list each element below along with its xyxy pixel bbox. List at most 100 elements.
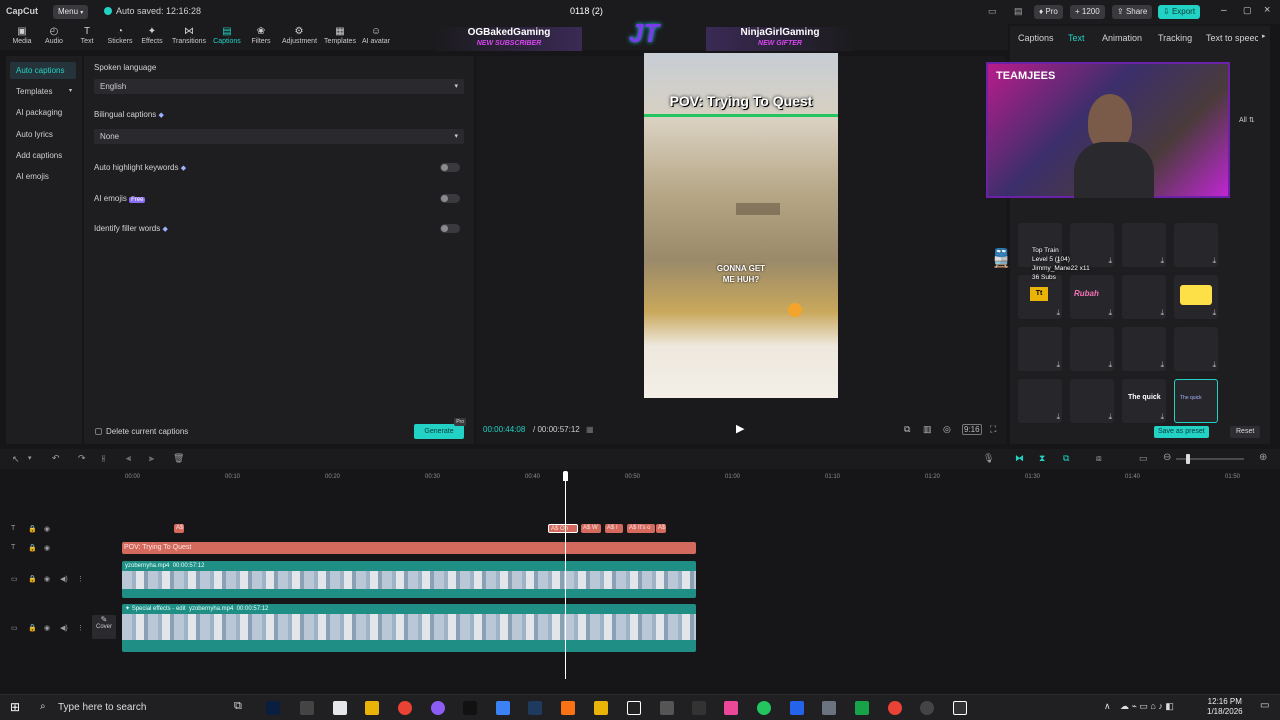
- fullscreen-icon[interactable]: ⛶: [990, 424, 996, 435]
- preset-tile[interactable]: ⤓: [1122, 275, 1166, 319]
- tool-transitions[interactable]: ⋈ Transitions: [172, 26, 206, 45]
- redo-icon[interactable]: ↷: [78, 453, 86, 464]
- project-name[interactable]: 0118 (2): [570, 6, 603, 16]
- auto-snap-icon[interactable]: ⧗: [1039, 453, 1045, 464]
- tray-expand-icon[interactable]: ∧: [1104, 701, 1111, 712]
- tool-audio[interactable]: ◴ Audio: [37, 26, 71, 45]
- title-text-clip[interactable]: POV: Trying To Quest: [122, 542, 696, 554]
- snapshot-icon[interactable]: ◎: [943, 424, 951, 435]
- tab-tracking[interactable]: Tracking: [1158, 33, 1192, 43]
- windows-start-icon[interactable]: ⊞: [10, 700, 20, 714]
- photoshop-icon[interactable]: [266, 701, 280, 715]
- caption-settings-icon[interactable]: ▭: [1139, 453, 1148, 464]
- menu-button[interactable]: Menu ▾: [53, 5, 89, 19]
- preset-tile[interactable]: ⤓: [1122, 223, 1166, 267]
- file-explorer-icon[interactable]: [365, 701, 379, 715]
- app-icon[interactable]: [660, 701, 674, 715]
- tiktok-icon[interactable]: [724, 701, 738, 715]
- spoken-language-select[interactable]: English ▾: [94, 79, 464, 94]
- nav-auto-lyrics[interactable]: Auto lyrics: [10, 126, 76, 143]
- preset-tile[interactable]: ⤓: [1070, 379, 1114, 423]
- tool-media[interactable]: ▣ Media: [5, 26, 39, 45]
- nav-ai-emojis[interactable]: AI emojis: [10, 168, 76, 185]
- linkage-icon[interactable]: ⧉: [1063, 453, 1069, 464]
- lock-icon[interactable]: 🔒: [28, 525, 37, 533]
- close-icon[interactable]: ×: [1264, 4, 1270, 16]
- tab-captions[interactable]: Captions: [1018, 33, 1054, 43]
- zoom-out-icon[interactable]: ⊖: [1163, 452, 1171, 463]
- filter-all-button[interactable]: All ⇅: [1239, 116, 1255, 124]
- delete-icon[interactable]: 🗑: [173, 453, 184, 464]
- app-icon[interactable]: [790, 701, 804, 715]
- zoom-slider-handle[interactable]: [1186, 454, 1190, 464]
- caption-clip[interactable]: A$ W: [581, 524, 601, 533]
- pro-button[interactable]: ♦ Pro: [1034, 5, 1063, 19]
- undo-icon[interactable]: ↶: [52, 453, 60, 464]
- app-icon[interactable]: [300, 701, 314, 715]
- playhead-line[interactable]: [565, 479, 566, 679]
- eye-icon[interactable]: ◉: [44, 525, 50, 533]
- app-icon[interactable]: [692, 701, 706, 715]
- more-icon[interactable]: ⋮: [77, 575, 84, 583]
- delete-checkbox[interactable]: [95, 428, 102, 435]
- highlight-toggle[interactable]: [440, 163, 460, 172]
- eye-icon[interactable]: ◉: [44, 544, 50, 552]
- app-icon[interactable]: [822, 701, 836, 715]
- split-icon[interactable]: ⫲: [102, 453, 105, 464]
- quality-icon[interactable]: ▥: [923, 424, 932, 435]
- export-button[interactable]: ⇩ Export: [1158, 5, 1201, 19]
- credits-badge[interactable]: + 1200: [1070, 5, 1105, 19]
- tabs-next-icon[interactable]: ▸: [1262, 32, 1266, 40]
- minimize-icon[interactable]: –: [1221, 5, 1227, 16]
- eye-icon[interactable]: ◉: [44, 624, 50, 632]
- app-icon[interactable]: [594, 701, 608, 715]
- caption-clip[interactable]: A$: [656, 524, 666, 533]
- tool-adjustment[interactable]: ⚙ Adjustment: [282, 26, 317, 45]
- tool-stickers[interactable]: ◔ Stickers: [103, 26, 137, 45]
- preview-axis-icon[interactable]: ⧈: [1096, 453, 1102, 464]
- capcut-icon[interactable]: [953, 701, 967, 715]
- share-button[interactable]: ⇪ Share: [1112, 5, 1153, 19]
- generate-button[interactable]: Generate Pro: [414, 418, 466, 439]
- save-preset-button[interactable]: Save as preset: [1154, 426, 1209, 438]
- app-icon[interactable]: [333, 701, 347, 715]
- taskbar-search[interactable]: Type here to search: [58, 702, 146, 713]
- caption-clip[interactable]: A$ I: [605, 524, 623, 533]
- tool-text[interactable]: T Text: [70, 26, 104, 45]
- steam-icon[interactable]: [528, 701, 542, 715]
- timecode-icon[interactable]: ▦: [586, 425, 594, 434]
- preset-tile-selected[interactable]: The quick: [1174, 379, 1218, 423]
- capcut-icon[interactable]: [627, 701, 641, 715]
- app-icon[interactable]: [463, 701, 477, 715]
- crop-icon[interactable]: ⧉: [904, 424, 910, 435]
- audio-mute-icon[interactable]: ◀): [60, 624, 68, 632]
- emojis-toggle[interactable]: [440, 194, 460, 203]
- lock-icon[interactable]: 🔒: [28, 575, 37, 583]
- nav-add-captions[interactable]: Add captions: [10, 147, 76, 164]
- preset-tile[interactable]: ⤓: [1018, 379, 1062, 423]
- nav-ai-packaging[interactable]: AI packaging: [10, 104, 76, 121]
- zoom-in-icon[interactable]: ⊕: [1259, 452, 1267, 463]
- nav-templates[interactable]: Templates ▾: [10, 83, 76, 100]
- tool-ai-avatar[interactable]: ☺ AI avatar: [359, 26, 393, 45]
- task-view-icon[interactable]: ⧉: [234, 700, 242, 713]
- preset-tile[interactable]: ⤓: [1174, 327, 1218, 371]
- caption-clip[interactable]: A$ It's o: [627, 524, 655, 533]
- chrome-icon[interactable]: [888, 701, 902, 715]
- aspect-ratio-icon[interactable]: 9:16: [962, 424, 982, 435]
- app-icon[interactable]: [496, 701, 510, 715]
- excel-icon[interactable]: [855, 701, 869, 715]
- main-track-magnet-icon[interactable]: ⧓: [1015, 453, 1024, 464]
- video-preview[interactable]: POV: Trying To Quest GONNA GET ME HUH?: [644, 53, 838, 398]
- preset-tile[interactable]: The quick ⤓: [1122, 379, 1166, 423]
- shortcuts-icon[interactable]: ▤: [1014, 6, 1023, 17]
- lock-icon[interactable]: 🔒: [28, 544, 37, 552]
- eye-icon[interactable]: ◉: [44, 575, 50, 583]
- timeline[interactable]: 00:00 00:10 00:20 00:30 00:40 00:50 01:0…: [0, 469, 1280, 687]
- spotify-icon[interactable]: [757, 701, 771, 715]
- app-icon[interactable]: [561, 701, 575, 715]
- lock-icon[interactable]: 🔒: [28, 624, 37, 632]
- tab-text[interactable]: Text: [1068, 33, 1085, 43]
- filler-toggle[interactable]: [440, 224, 460, 233]
- split-right-icon[interactable]: ⫸: [149, 453, 154, 464]
